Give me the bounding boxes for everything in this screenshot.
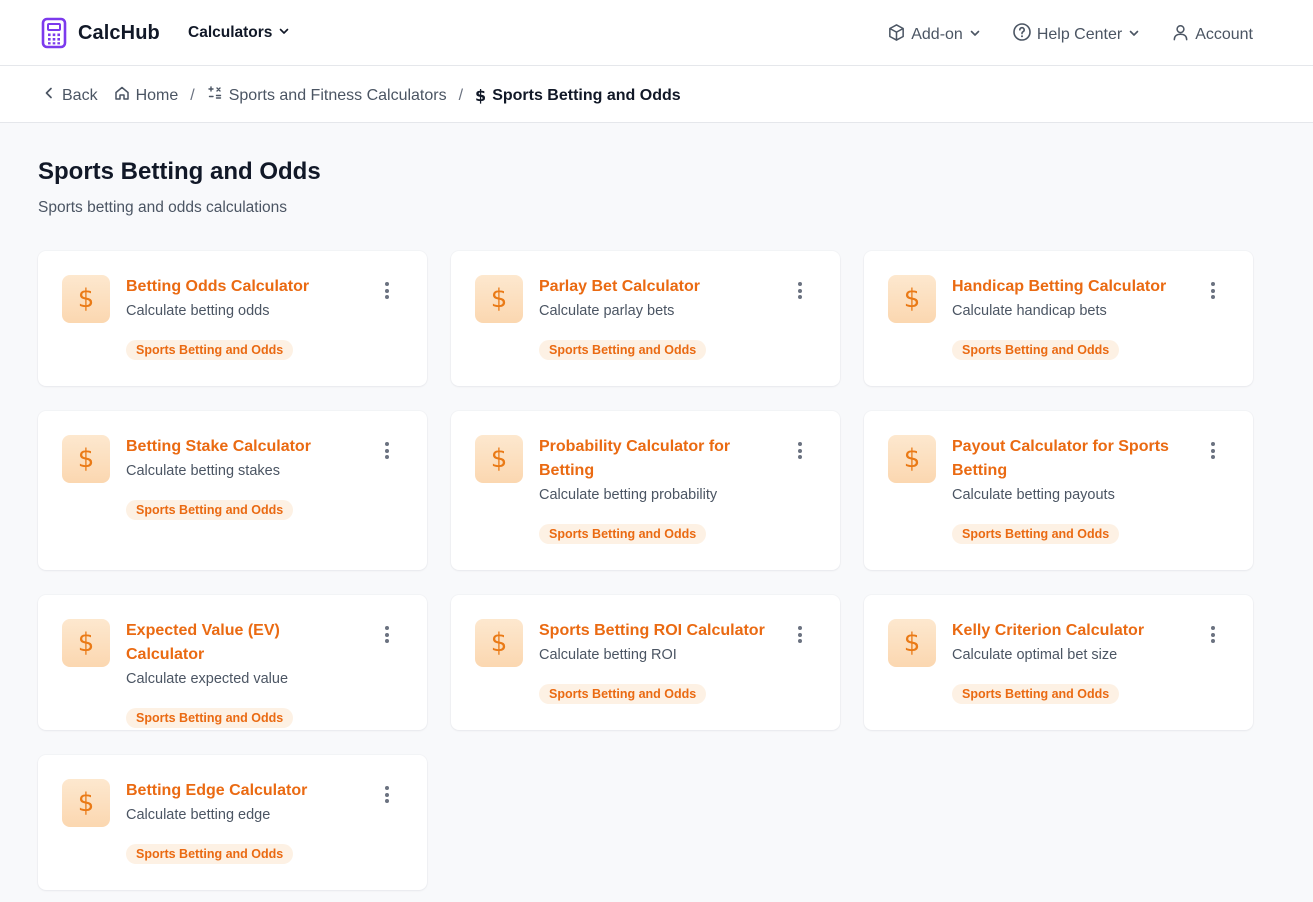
category-tag[interactable]: Sports Betting and Odds: [126, 500, 294, 520]
card-description: Calculate handicap bets: [952, 303, 1107, 319]
dollar-icon: $: [888, 619, 936, 667]
breadcrumb-separator: /: [458, 86, 464, 104]
chevron-down-icon: [969, 26, 986, 44]
breadcrumb: Back Home / Sports and Fitness Calculato…: [42, 85, 681, 106]
more-options-icon[interactable]: [385, 282, 391, 302]
breadcrumb-current: $ Sports Betting and Odds: [475, 86, 681, 105]
category-tag[interactable]: Sports Betting and Odds: [539, 524, 707, 544]
back-link[interactable]: Back: [42, 86, 98, 105]
card-title[interactable]: Parlay Bet Calculator: [539, 275, 768, 299]
dollar-icon: $: [62, 619, 110, 667]
calculator-card[interactable]: $ Sports Betting ROI Calculator Calculat…: [451, 595, 840, 730]
card-title[interactable]: Sports Betting ROI Calculator: [539, 619, 768, 643]
more-options-icon[interactable]: [1211, 442, 1217, 462]
top-navigation-bar: CalcHub Calculators Add-on Help Center A…: [0, 0, 1313, 66]
dollar-icon: $: [888, 275, 936, 323]
calculators-menu-label: Calculators: [188, 24, 273, 41]
help-circle-icon: [1012, 22, 1037, 47]
header-right-menu: Add-on Help Center Account: [861, 22, 1253, 47]
user-icon: [1171, 23, 1195, 47]
dollar-icon: $: [475, 435, 523, 483]
calculator-card[interactable]: $ Betting Stake Calculator Calculate bet…: [38, 411, 427, 570]
addon-label: Add-on: [911, 25, 963, 43]
dollar-icon: $: [475, 275, 523, 323]
category-tag[interactable]: Sports Betting and Odds: [952, 340, 1120, 360]
dollar-icon: $: [62, 275, 110, 323]
card-description: Calculate betting probability: [539, 487, 718, 503]
calculator-card[interactable]: $ Expected Value (EV) Calculator Calcula…: [38, 595, 427, 730]
dollar-icon: $: [62, 779, 110, 827]
calculator-card[interactable]: $ Payout Calculator for Sports Betting C…: [864, 411, 1253, 570]
breadcrumb-category[interactable]: Sports and Fitness Calculators: [207, 85, 447, 106]
current-label: Sports Betting and Odds: [492, 86, 681, 104]
dollar-icon: $: [475, 86, 487, 105]
page-title: Sports Betting and Odds: [38, 158, 321, 185]
more-options-icon[interactable]: [798, 442, 804, 462]
card-description: Calculate betting payouts: [952, 487, 1115, 503]
card-description: Calculate optimal bet size: [952, 647, 1118, 663]
more-options-icon[interactable]: [385, 786, 391, 806]
home-label: Home: [135, 86, 179, 104]
category-tag[interactable]: Sports Betting and Odds: [539, 684, 707, 704]
card-title[interactable]: Expected Value (EV) Calculator: [126, 619, 355, 667]
calculator-grid-icon: [207, 85, 229, 106]
dollar-icon: $: [475, 619, 523, 667]
calculator-card[interactable]: $ Kelly Criterion Calculator Calculate o…: [864, 595, 1253, 730]
category-tag[interactable]: Sports Betting and Odds: [952, 684, 1120, 704]
category-tag[interactable]: Sports Betting and Odds: [126, 340, 294, 360]
breadcrumb-separator: /: [190, 86, 195, 104]
brand-name: CalcHub: [78, 21, 160, 44]
more-options-icon[interactable]: [1211, 282, 1217, 302]
card-title[interactable]: Betting Odds Calculator: [126, 275, 355, 299]
card-description: Calculate betting edge: [126, 807, 271, 823]
category-label: Sports and Fitness Calculators: [228, 86, 447, 104]
card-description: Calculate expected value: [126, 671, 289, 687]
dollar-icon: $: [888, 435, 936, 483]
more-options-icon[interactable]: [385, 626, 391, 646]
help-center-label: Help Center: [1036, 25, 1123, 43]
card-description: Calculate parlay bets: [539, 303, 675, 319]
card-title[interactable]: Payout Calculator for Sports Betting: [952, 435, 1181, 483]
card-title[interactable]: Probability Calculator for Betting: [539, 435, 768, 483]
calculator-logo-icon: [41, 17, 67, 49]
more-options-icon[interactable]: [798, 626, 804, 646]
calculator-card[interactable]: $ Probability Calculator for Betting Cal…: [451, 411, 840, 570]
calculator-card[interactable]: $ Parlay Bet Calculator Calculate parlay…: [451, 251, 840, 386]
category-tag[interactable]: Sports Betting and Odds: [952, 524, 1120, 544]
account-label: Account: [1195, 25, 1253, 43]
calculator-card[interactable]: $ Betting Odds Calculator Calculate bett…: [38, 251, 427, 386]
chevron-down-icon: [1128, 26, 1145, 44]
chevron-left-icon: [42, 86, 62, 105]
account-button[interactable]: Account: [1171, 23, 1253, 47]
calculator-card[interactable]: $ Betting Edge Calculator Calculate bett…: [38, 755, 427, 890]
dollar-icon: $: [62, 435, 110, 483]
card-description: Calculate betting odds: [126, 303, 270, 319]
card-description: Calculate betting ROI: [539, 647, 677, 663]
calculators-menu-button[interactable]: Calculators: [188, 24, 290, 42]
breadcrumb-home[interactable]: Home: [114, 85, 179, 106]
page-subtitle: Sports betting and odds calculations: [38, 199, 288, 216]
more-options-icon[interactable]: [385, 442, 391, 462]
category-tag[interactable]: Sports Betting and Odds: [126, 708, 294, 728]
card-description: Calculate betting stakes: [126, 463, 280, 479]
chevron-down-icon: [278, 24, 290, 42]
card-title[interactable]: Betting Stake Calculator: [126, 435, 355, 459]
card-title[interactable]: Kelly Criterion Calculator: [952, 619, 1181, 643]
package-icon: [887, 23, 911, 47]
card-title[interactable]: Betting Edge Calculator: [126, 779, 355, 803]
addon-menu-button[interactable]: Add-on: [887, 23, 986, 47]
category-tag[interactable]: Sports Betting and Odds: [539, 340, 707, 360]
category-tag[interactable]: Sports Betting and Odds: [126, 844, 294, 864]
calculator-card[interactable]: $ Handicap Betting Calculator Calculate …: [864, 251, 1253, 386]
home-icon: [114, 85, 136, 106]
brand-logo-link[interactable]: CalcHub: [41, 17, 160, 49]
breadcrumb-bar: Back Home / Sports and Fitness Calculato…: [0, 66, 1313, 123]
more-options-icon[interactable]: [798, 282, 804, 302]
help-center-menu-button[interactable]: Help Center: [1012, 22, 1145, 47]
back-label: Back: [62, 86, 98, 104]
card-title[interactable]: Handicap Betting Calculator: [952, 275, 1181, 299]
more-options-icon[interactable]: [1211, 626, 1217, 646]
